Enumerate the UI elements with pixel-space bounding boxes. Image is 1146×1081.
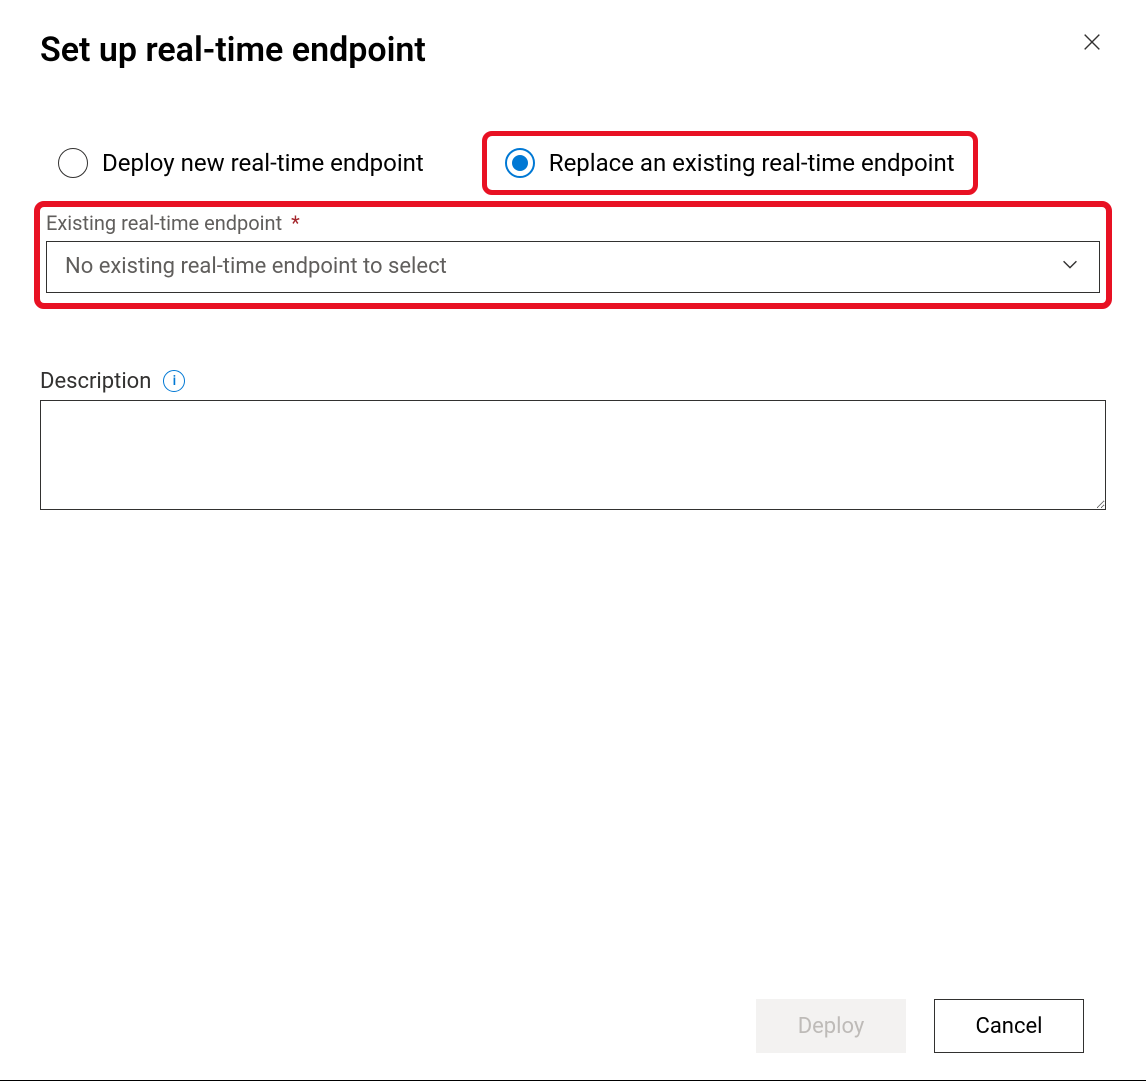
deploy-mode-radio-group: Deploy new real-time endpoint Replace an… xyxy=(40,131,1106,195)
description-label: Description xyxy=(40,369,151,394)
description-field: Description i xyxy=(40,369,1106,514)
close-icon xyxy=(1081,31,1103,57)
radio-deploy-new-label: Deploy new real-time endpoint xyxy=(102,149,424,177)
existing-endpoint-field: Existing real-time endpoint * No existin… xyxy=(34,201,1112,309)
info-icon[interactable]: i xyxy=(163,370,185,392)
cancel-button[interactable]: Cancel xyxy=(934,999,1084,1053)
existing-endpoint-label-text: Existing real-time endpoint xyxy=(46,211,282,235)
required-indicator: * xyxy=(291,211,300,235)
radio-deploy-new[interactable]: Deploy new real-time endpoint xyxy=(40,136,442,190)
radio-replace-existing[interactable]: Replace an existing real-time endpoint xyxy=(482,131,978,195)
existing-endpoint-label: Existing real-time endpoint * xyxy=(46,211,1100,235)
panel-title: Set up real-time endpoint xyxy=(40,30,426,71)
existing-endpoint-dropdown[interactable]: No existing real-time endpoint to select xyxy=(46,241,1100,293)
radio-replace-existing-label: Replace an existing real-time endpoint xyxy=(549,149,955,177)
close-button[interactable] xyxy=(1078,30,1106,58)
footer-actions: Deploy Cancel xyxy=(756,999,1084,1053)
radio-unchecked-icon xyxy=(58,148,88,178)
radio-checked-icon xyxy=(505,148,535,178)
deploy-button: Deploy xyxy=(756,999,906,1053)
existing-endpoint-dropdown-value: No existing real-time endpoint to select xyxy=(65,254,447,279)
description-textarea[interactable] xyxy=(40,400,1106,510)
chevron-down-icon xyxy=(1059,253,1081,281)
